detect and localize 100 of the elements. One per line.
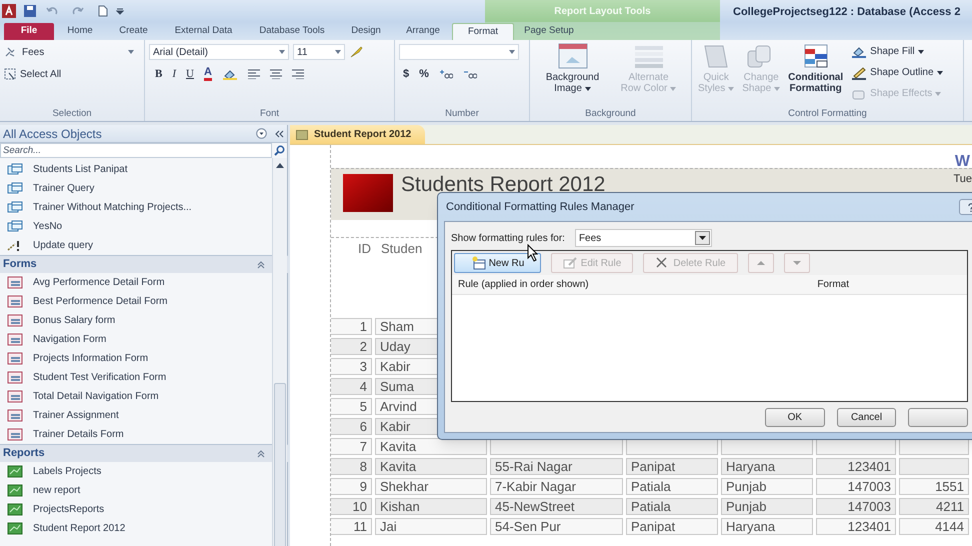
bold-button[interactable]: B <box>155 66 162 82</box>
nav-item[interactable]: Bonus Salary form <box>0 311 272 330</box>
table-cell: 9 <box>331 478 372 495</box>
nav-item[interactable]: Navigation Form <box>0 330 272 349</box>
save-icon <box>24 5 36 17</box>
object-dropdown[interactable]: Fees <box>20 44 136 60</box>
table-cell: 4 <box>331 378 372 395</box>
form-icon <box>7 333 23 346</box>
ribbon-tab[interactable]: Arrange <box>394 23 452 40</box>
nav-item[interactable]: Avg Performence Detail Form <box>0 273 272 292</box>
nav-item[interactable]: Trainer Details Form <box>0 425 272 444</box>
new-document-icon <box>98 5 108 17</box>
number-format-button[interactable]: $ <box>403 66 410 82</box>
fill-color-icon <box>222 68 238 80</box>
table-cell: Panipat <box>626 458 718 475</box>
dialog-button-edge <box>908 408 968 426</box>
scrollbar-thumb[interactable] <box>274 383 286 546</box>
table-cell: Kishan <box>375 498 487 515</box>
nav-item[interactable]: Trainer Query <box>0 179 272 198</box>
nav-item[interactable]: Student Test Verification Form <box>0 368 272 387</box>
nav-item[interactable]: Trainer Without Matching Projects... <box>0 198 272 217</box>
number-format-button[interactable]: % <box>419 66 429 82</box>
table-cell: Punjab <box>721 478 813 495</box>
font-size-field[interactable]: 11 <box>293 44 345 60</box>
small-ribbon-button[interactable]: Shape Outline <box>851 64 943 81</box>
caret-icon <box>335 50 341 54</box>
table-cell: 45-NewStreet <box>490 498 623 515</box>
large-ribbon-button[interactable]: Background Image <box>538 43 608 107</box>
ribbon-tab[interactable]: External Data <box>161 23 246 40</box>
ribbon-tab[interactable]: Home <box>54 23 106 40</box>
nav-item[interactable]: Total Detail Navigation Form <box>0 387 272 406</box>
dropdown-circle-icon <box>256 128 267 139</box>
nav-item[interactable]: Student Report 2012 <box>0 519 272 538</box>
ribbon-tab[interactable]: Create <box>106 23 161 40</box>
table-cell: Panipat <box>626 518 718 535</box>
ribbon-tab[interactable]: Design <box>338 23 394 40</box>
large-ribbon-button[interactable]: Conditional Formatting <box>786 43 846 107</box>
report-icon <box>7 522 23 535</box>
nav-group-header[interactable]: Reports <box>0 444 288 462</box>
table-cell: 5 <box>331 398 372 415</box>
table-cell: Punjab <box>721 498 813 515</box>
list-column-header: Rule (applied in order shown) <box>458 278 589 292</box>
group-label: Background <box>584 107 637 121</box>
paint-bucket-icon <box>851 44 868 58</box>
scrollbar[interactable] <box>272 158 287 546</box>
table-cell: 2 <box>331 338 372 355</box>
dialog-button[interactable]: Cancel <box>836 408 896 426</box>
italic-button[interactable]: I <box>172 66 176 82</box>
edit-icon <box>562 256 578 270</box>
object-icon <box>4 46 16 58</box>
form-icon <box>7 390 23 403</box>
nav-item[interactable]: YesNo <box>0 217 272 236</box>
dialog-button[interactable]: OK <box>765 408 825 426</box>
caret-icon <box>279 50 285 54</box>
nav-item[interactable]: ProjectsReports <box>0 500 272 519</box>
ribbon-tab[interactable]: File <box>4 23 54 40</box>
group-label: Selection <box>51 107 93 121</box>
select-all-button[interactable]: Select All <box>4 66 140 82</box>
table-cell: 4211 <box>899 498 969 515</box>
table-cell: 1551 <box>899 478 969 495</box>
underline-button[interactable]: U <box>186 66 194 82</box>
table-cell: 7-Kabir Nagar <box>490 478 623 495</box>
table-cell: 1 <box>331 318 372 335</box>
align-center-icon <box>270 69 282 80</box>
nav-item[interactable]: Trainer Assignment <box>0 406 272 425</box>
field-label: Show formatting rules for: <box>451 232 565 246</box>
form-icon <box>7 409 23 422</box>
nav-item[interactable]: Best Performence Detail Form <box>0 292 272 311</box>
nav-item[interactable]: Update query <box>0 236 272 255</box>
report-icon <box>296 130 308 140</box>
font-name-field[interactable]: Arial (Detail) <box>149 44 289 60</box>
logo-image-placeholder <box>343 174 393 212</box>
document-tab[interactable]: Student Report 2012 <box>290 125 426 144</box>
font-color-button[interactable]: A <box>204 67 212 82</box>
caret-icon <box>698 236 706 240</box>
report-icon <box>7 484 23 497</box>
nav-item[interactable]: Students List Panipat <box>0 160 272 179</box>
redo-icon <box>70 6 84 16</box>
form-icon <box>7 276 23 289</box>
table-cell: 123401 <box>816 518 896 535</box>
number-format-field[interactable] <box>399 44 519 60</box>
table-cell: Shekhar <box>375 478 487 495</box>
align-left-icon <box>248 69 260 80</box>
toolbar-button[interactable]: New Ru <box>454 253 541 273</box>
table-cell: 8 <box>331 458 372 475</box>
ribbon-tab[interactable]: Database Tools <box>246 23 338 40</box>
ribbon-tab[interactable]: Format <box>452 23 514 40</box>
pencil-icon <box>851 66 868 80</box>
nav-item[interactable]: Projects Information Form <box>0 349 272 368</box>
small-ribbon-button[interactable]: Shape Fill <box>851 43 943 60</box>
table-cell: Kavita <box>375 458 487 475</box>
report-text-fragment: W <box>954 152 970 172</box>
nav-item[interactable]: Labels Projects <box>0 462 272 481</box>
search-field[interactable]: Search... <box>0 143 272 158</box>
nav-group-header[interactable]: Forms <box>0 255 288 273</box>
table-cell: Jai <box>375 518 487 535</box>
show-rules-dropdown[interactable]: Fees <box>574 229 712 247</box>
empty-table-cell <box>899 458 969 475</box>
nav-item[interactable]: new report <box>0 481 272 500</box>
tables-icon <box>7 163 23 176</box>
